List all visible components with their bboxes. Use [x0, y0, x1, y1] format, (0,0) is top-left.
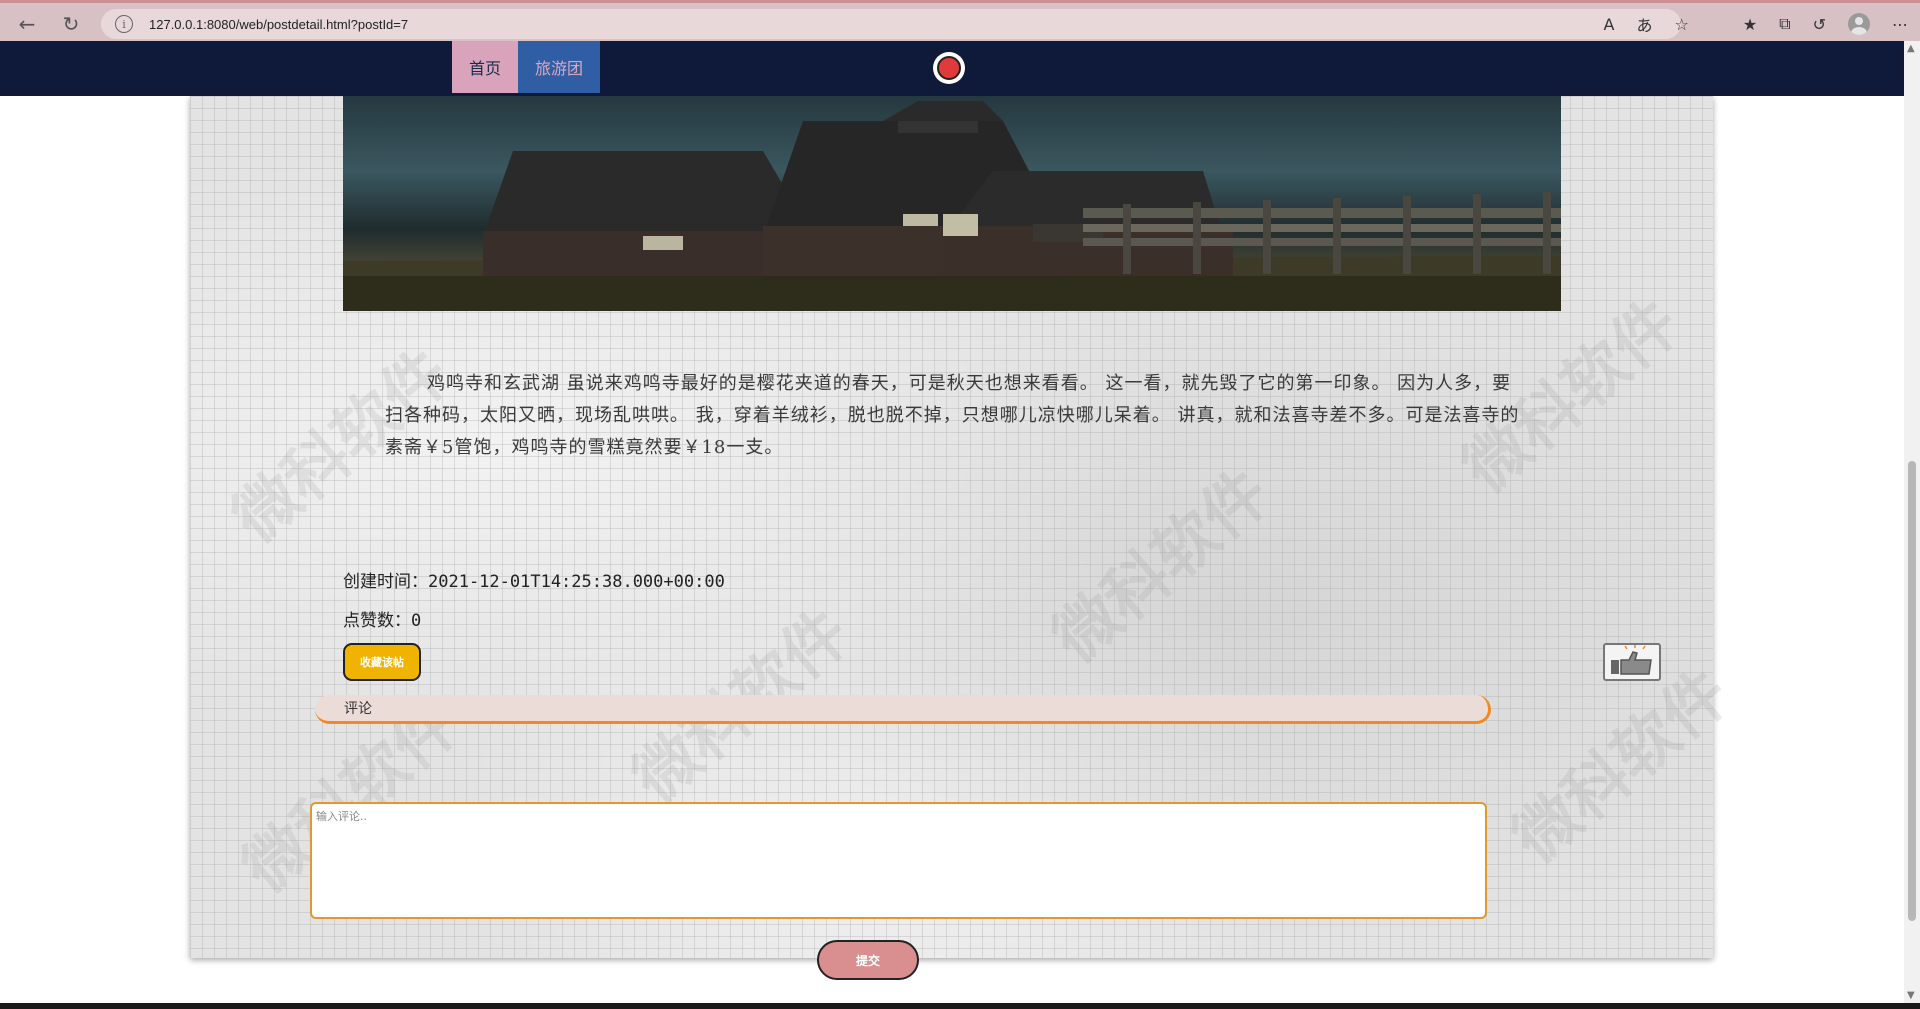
read-aloud-icon[interactable]: A — [1604, 15, 1615, 34]
translate-icon[interactable]: あ — [1636, 12, 1652, 36]
thumbs-up-icon[interactable] — [1603, 643, 1661, 681]
comment-input[interactable] — [310, 802, 1487, 919]
page-scrollbar[interactable]: ▲ ▼ — [1904, 41, 1920, 1003]
favorite-post-button[interactable]: 收藏该帖 — [343, 643, 421, 681]
refresh-icon[interactable]: ↻ — [56, 9, 86, 39]
scroll-down-icon[interactable]: ▼ — [1907, 990, 1915, 1001]
nav-tour-group-link[interactable]: 旅游团 — [518, 41, 600, 93]
like-count: 点赞数：0 — [343, 611, 422, 631]
comments-header: 评论 — [315, 695, 1491, 724]
address-bar[interactable]: i 127.0.0.1:8080/web/postdetail.html?pos… — [101, 9, 1681, 39]
more-icon[interactable]: ⋯ — [1892, 15, 1908, 34]
add-favorite-icon[interactable]: ☆ — [1674, 15, 1688, 34]
favorites-icon[interactable]: ★ — [1743, 15, 1757, 34]
browser-toolbar: ← ↻ i 127.0.0.1:8080/web/postdetail.html… — [0, 0, 1920, 41]
profile-avatar-icon[interactable] — [1848, 13, 1870, 35]
site-logo-icon[interactable] — [933, 52, 965, 84]
post-card: 微科软件 微科软件 微科软件 微科软件 微科软件 微科软件 鸡鸣寺和玄武湖 虽说… — [190, 96, 1744, 980]
created-time: 创建时间：2021-12-01T14:25:38.000+00:00 — [343, 572, 725, 592]
site-info-icon[interactable]: i — [115, 15, 133, 33]
collections-icon[interactable]: ⧉ — [1779, 14, 1790, 34]
taskbar-edge — [0, 1003, 1920, 1009]
nav-home-link[interactable]: 首页 — [452, 41, 518, 93]
scroll-up-icon[interactable]: ▲ — [1907, 43, 1915, 54]
scrollbar-thumb[interactable] — [1908, 461, 1916, 921]
post-cover-image — [343, 96, 1561, 311]
site-navbar: 首页 旅游团 — [0, 41, 1904, 96]
watermark: 微科软件 — [1040, 455, 1284, 678]
post-content: 鸡鸣寺和玄武湖 虽说来鸡鸣寺最好的是樱花夹道的春天，可是秋天也想来看看。 这一看… — [385, 373, 1520, 458]
url-text[interactable]: 127.0.0.1:8080/web/postdetail.html?postI… — [149, 17, 408, 32]
submit-comment-button[interactable]: 提交 — [817, 940, 919, 980]
back-arrow-icon[interactable]: ← — [12, 9, 42, 39]
browser-tools: A あ ☆ ★ ⧉ ↺ ⋯ — [1604, 9, 1908, 39]
page-viewport: 首页 旅游团 微科软件 微科软件 微科软件 微科软件 微科软件 微科软件 鸡鸣寺… — [0, 41, 1904, 1003]
barn-illustration — [343, 101, 1561, 311]
history-icon[interactable]: ↺ — [1813, 15, 1826, 34]
